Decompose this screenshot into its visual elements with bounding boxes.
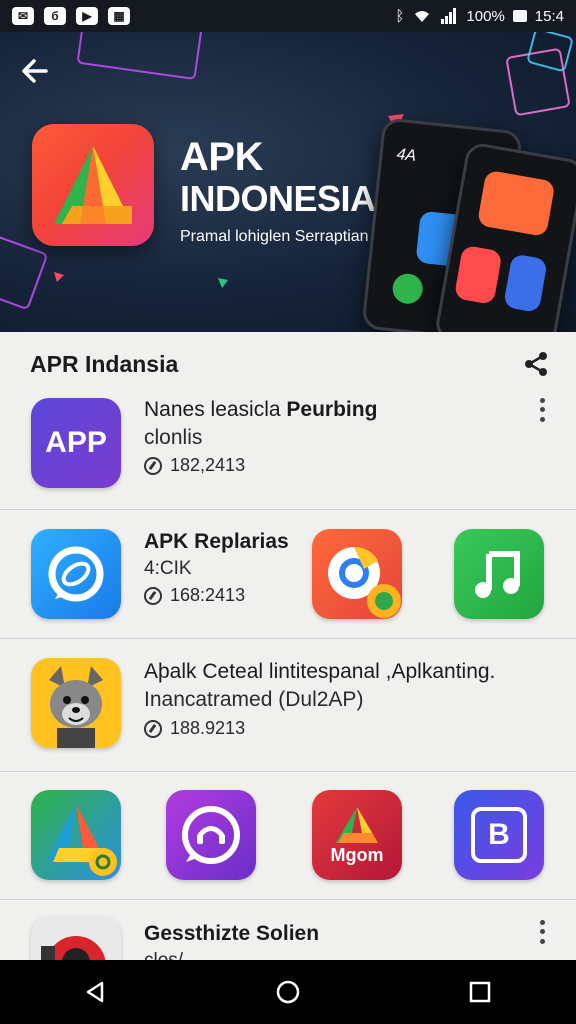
more-options-icon[interactable] (530, 396, 554, 424)
nav-recents-icon[interactable] (460, 972, 500, 1012)
app-downloads: 188.9213 (144, 718, 245, 739)
nav-home-icon[interactable] (268, 972, 308, 1012)
app-icon[interactable]: APP (31, 398, 121, 488)
hero-title: APK INDONESIA (180, 136, 376, 220)
drive-icon[interactable] (31, 790, 121, 880)
divider (0, 899, 576, 900)
app-subtitle: clonlis (144, 426, 203, 449)
app-subtitle: Inancatramed (Dul2AP) (144, 688, 364, 711)
downloads-icon (144, 456, 162, 475)
downloads-icon (144, 719, 162, 738)
status-system: ᛒ 100% 15:4 (395, 8, 564, 25)
music-icon[interactable] (454, 529, 544, 619)
status-notifications: ✉ б ▶ ▦ (12, 7, 130, 25)
app-title: Aþalk Cetеal lintitespanal ,Aplkanting. (144, 660, 496, 683)
mail-icon: ✉ (12, 7, 34, 25)
b-label: B (488, 818, 510, 851)
app-icon-label: APP (45, 426, 107, 459)
system-navigation-bar (0, 960, 576, 1024)
back-arrow-icon[interactable] (18, 54, 58, 94)
more-options-icon[interactable] (530, 918, 554, 946)
phone-app-blue-small (503, 253, 548, 313)
download-count: 168:2413 (170, 585, 246, 605)
phone-app-red (453, 244, 503, 305)
clock: 15:4 (534, 7, 564, 25)
hero-subtitle: Pramal lohiglen Serraptian (180, 228, 369, 245)
decor-frame (76, 32, 204, 81)
decor-triangle (54, 272, 64, 282)
chrome-icon[interactable] (312, 529, 402, 619)
app-title-bold: Peurbing (286, 398, 378, 421)
battery-percent: 100% (466, 7, 505, 25)
signal-icon (441, 8, 457, 24)
phone-app-green (391, 272, 425, 306)
media-icon: ▶ (76, 7, 98, 25)
app-title-regular: Nanes leasicla (144, 398, 281, 421)
download-count: 188.9213 (170, 718, 246, 738)
b-icon-badge: B (471, 807, 527, 863)
wifi-icon (415, 11, 430, 22)
battery-icon (512, 10, 527, 22)
app-subtitle: 4:CIK (144, 558, 192, 579)
apk-indonesia-logo (32, 124, 154, 246)
app-title: APK Replarias (144, 530, 289, 553)
mgom-label: Mgom (330, 844, 384, 865)
section-title: APR Indansia (30, 350, 179, 377)
app-downloads: 182,2413 (144, 455, 245, 476)
share-icon[interactable] (522, 350, 550, 378)
notification-icon: б (44, 7, 66, 25)
hero-title-line2: INDONESIA (180, 178, 376, 219)
section-header: APR Indansia (30, 346, 550, 382)
app-downloads: 168:2413 (144, 585, 245, 606)
downloads-icon (144, 586, 162, 605)
decor-triangle (218, 278, 228, 288)
status-bar: ✉ б ▶ ▦ ᛒ 100% 15:4 (0, 0, 576, 32)
hero-banner: APK INDONESIA Pramal lohiglen Serraptian… (0, 32, 576, 332)
divider (0, 771, 576, 772)
divider (0, 509, 576, 510)
app-title: Gessthizte Solien (144, 922, 320, 945)
gallery-icon: ▦ (108, 7, 130, 25)
app-title: Nanes leasicla Peurbing (144, 398, 377, 422)
decor-frame (0, 233, 49, 311)
messenger-icon[interactable] (31, 529, 121, 619)
bluetooth-icon: ᛒ (395, 7, 405, 25)
chat-icon[interactable] (166, 790, 256, 880)
mascot-icon[interactable] (31, 658, 121, 748)
download-count: 182,2413 (170, 455, 246, 475)
b-icon[interactable]: B (454, 790, 544, 880)
phone-text: 4A (395, 145, 418, 165)
mgom-icon[interactable]: Mgom (312, 790, 402, 880)
phone-app-card (476, 169, 556, 238)
divider (0, 638, 576, 639)
hero-title-line1: APK (180, 135, 263, 179)
nav-back-icon[interactable] (76, 972, 116, 1012)
